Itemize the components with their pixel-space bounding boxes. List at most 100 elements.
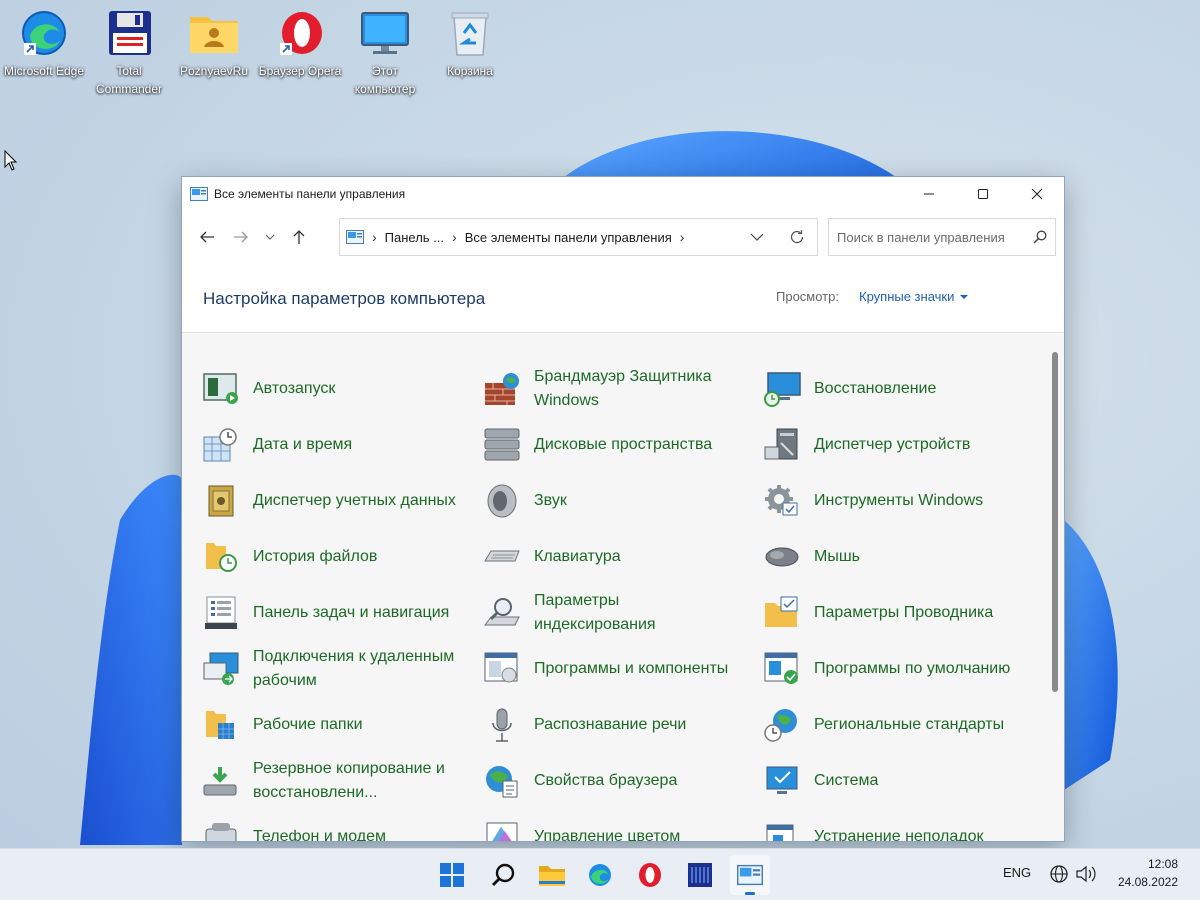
arrow-left-icon [200,231,214,243]
globe-icon [1050,865,1068,883]
monitor-icon [358,6,412,60]
forward-button[interactable] [224,220,258,254]
device-manager-icon [762,425,802,465]
title-bar[interactable]: Все элементы панели управления [182,177,1064,211]
cp-item-label: Устранение неполадок [814,828,984,842]
items-list: Автозапуск Брандмауэр Защитника Windows … [182,334,1064,842]
cp-item-windows-tools[interactable]: Инструменты Windows [762,476,1024,526]
cp-item-internet-options[interactable]: Свойства браузера [482,756,744,806]
cp-item-programs-features[interactable]: Программы и компоненты [482,644,744,694]
taskbar-control-panel[interactable] [730,855,770,895]
cp-item-label: Мышь [814,548,860,565]
cp-item-label: Клавиатура [534,548,621,565]
clock-date: 24.08.2022 [1117,875,1178,889]
clock[interactable]: 12:08 24.08.2022 [1108,855,1178,891]
close-button[interactable] [1010,177,1064,211]
search-icon [492,863,515,886]
cp-item-work-folders[interactable]: Рабочие папки [201,700,463,750]
close-icon [1031,188,1043,200]
cp-item-label: Дисковые пространства [534,436,713,453]
language-indicator[interactable]: ENG [1003,865,1031,880]
cp-item-system[interactable]: Система [762,756,1024,806]
cp-item-keyboard[interactable]: Клавиатура [482,532,744,582]
start-icon [440,863,464,887]
remote-desktop-icon [201,649,241,689]
minimize-button[interactable] [902,177,956,211]
volume-button[interactable] [1075,863,1097,885]
cp-item-color-management[interactable]: Управление цветом [482,812,744,841]
up-button[interactable] [282,220,316,254]
cp-item-device-manager[interactable]: Диспетчер устройств [762,420,1024,470]
system-icon [762,761,802,801]
taskbar-total-commander[interactable] [680,855,720,895]
cp-item-phone-modem[interactable]: Телефон и модем [201,812,463,841]
cp-item-taskbar-navigation[interactable]: Панель задач и навигация [201,588,463,638]
cp-item-credential-manager[interactable]: Диспетчер учетных данных [201,476,463,526]
search-icon [1033,230,1047,244]
desktop-icon-edge[interactable]: Microsoft Edge [2,6,86,80]
recovery-icon [762,369,802,409]
cp-item-recovery[interactable]: Восстановление [762,364,1024,414]
control-panel-icon [737,864,763,886]
user-folder-icon [187,6,241,60]
date-time-icon [201,425,241,465]
search-box[interactable] [828,218,1056,256]
maximize-button[interactable] [956,177,1010,211]
cp-item-label: Региональные стандарты [814,716,1005,733]
sound-icon [482,481,522,521]
cp-item-label: Инструменты Windows [814,492,984,509]
cp-item-storage-spaces[interactable]: Дисковые пространства [482,420,744,470]
opera-icon [273,6,327,60]
scrollbar-thumb[interactable] [1052,352,1058,692]
network-button[interactable] [1048,863,1070,885]
refresh-icon [790,230,804,244]
taskbar-file-explorer[interactable] [532,855,572,895]
desktop-icon-total-commander[interactable]: Total Commander [87,6,171,98]
cp-item-date-time[interactable]: Дата и время [201,420,463,470]
cp-item-remote-desktop[interactable]: Подключения к удаленным рабочим [201,644,463,694]
phone-modem-icon [201,817,241,841]
search-input[interactable] [837,229,1033,245]
refresh-button[interactable] [777,219,817,255]
cp-item-file-history[interactable]: История файлов [201,532,463,582]
recent-locations-button[interactable] [258,220,282,254]
desktop-icon-label: Браузер Opera [258,64,342,78]
file-history-icon [201,537,241,577]
cp-item-label: Автозапуск [253,380,336,397]
edge-icon [17,6,71,60]
desktop-icon-recycle-bin[interactable]: Корзина [428,6,512,80]
cp-item-autoplay[interactable]: Автозапуск [201,364,463,414]
breadcrumb-item[interactable]: Все элементы панели управления [465,230,672,245]
file-explorer-icon [539,866,565,886]
control-panel-window: Все элементы панели управления › Панель … [181,176,1065,842]
cp-item-explorer-options[interactable]: Параметры Проводника [762,588,1024,638]
desktop-icon-label: Total Commander [95,64,163,96]
window-title: Все элементы панели управления [214,187,406,201]
breadcrumb-item[interactable]: Панель ... [385,230,444,245]
cp-item-sound[interactable]: Звук [482,476,744,526]
cp-item-region[interactable]: Региональные стандарты [762,700,1024,750]
view-mode-dropdown[interactable]: Крупные значки [859,289,969,304]
cp-item-backup-restore[interactable]: Резервное копирование и восстановлени... [201,756,463,806]
address-history-button[interactable] [737,219,777,255]
desktop-icon-opera[interactable]: Браузер Opera [258,6,342,80]
taskbar-search-button[interactable] [483,855,523,895]
cp-item-label: Рабочие папки [253,716,363,733]
start-button[interactable] [432,855,472,895]
cp-item-default-programs[interactable]: Программы по умолчанию [762,644,1024,694]
taskbar-opera[interactable] [630,855,670,895]
cp-item-speech-recognition[interactable]: Распознавание речи [482,700,744,750]
cp-item-label: Распознавание речи [534,716,687,733]
desktop-icon-poznyaevru[interactable]: PoznyaevRu [172,6,256,80]
back-button[interactable] [190,220,224,254]
work-folders-icon [201,705,241,745]
cp-item-mouse[interactable]: Мышь [762,532,1024,582]
arrow-right-icon [234,231,248,243]
address-bar[interactable]: › Панель ... › Все элементы панели управ… [339,218,818,256]
desktop-icon-this-pc[interactable]: Этот компьютер [343,6,427,98]
cp-item-troubleshooting[interactable]: Устранение неполадок [762,812,1024,842]
cp-item-label: Параметры индексирования [534,592,656,633]
taskbar-edge[interactable] [580,855,620,895]
cp-item-firewall[interactable]: Брандмауэр Защитника Windows [482,364,744,414]
cp-item-indexing-options[interactable]: Параметры индексирования [482,588,744,638]
